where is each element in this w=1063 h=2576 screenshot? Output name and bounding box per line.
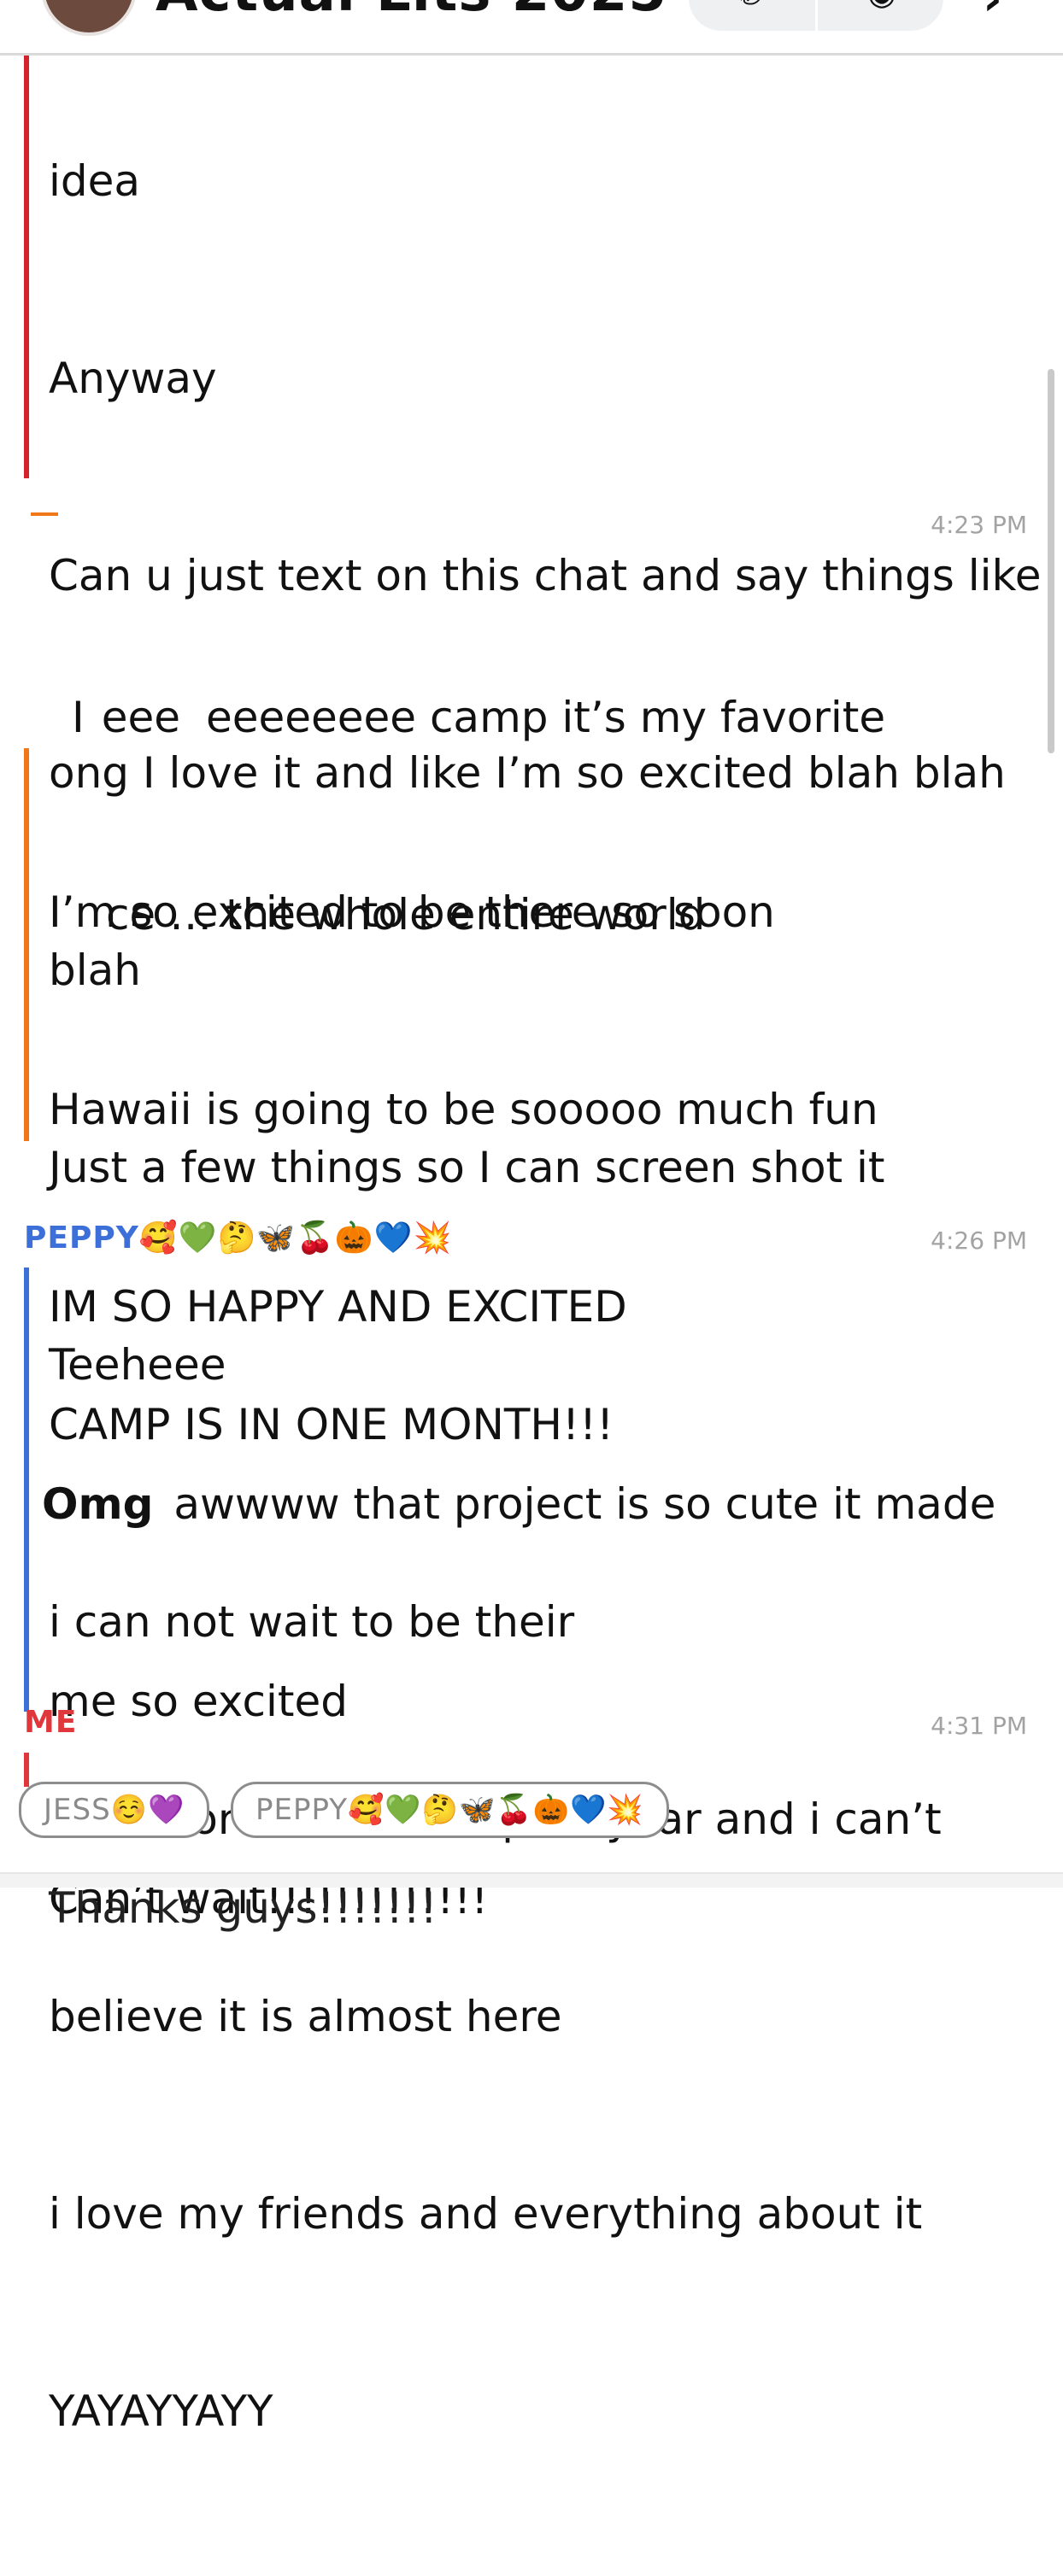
message-bar bbox=[24, 748, 29, 1141]
typing-chips: JESS☺️💜 PEPPY🥰💚🤔🦋🍒🎃💙💥 bbox=[0, 1782, 1063, 1840]
sender-name[interactable]: PEPPY🥰💚🤔🦋🍒🎃💙💥 bbox=[24, 1220, 452, 1256]
chat-title[interactable]: Actual Lits 2025 bbox=[156, 0, 667, 24]
chip-peppy[interactable]: PEPPY🥰💚🤔🦋🍒🎃💙💥 bbox=[231, 1782, 669, 1838]
message-line: i love my friends and everything about i… bbox=[49, 2189, 923, 2239]
message-timestamp: 4:26 PM bbox=[931, 1227, 1027, 1255]
message-line: CAMP IS IN ONE MONTH!!! bbox=[49, 1400, 614, 1449]
composer-edge bbox=[0, 1872, 1063, 1888]
message-bar bbox=[24, 1268, 29, 1712]
message-timestamp: 4:31 PM bbox=[931, 1712, 1027, 1740]
sender-fragment bbox=[31, 512, 58, 516]
message-line: idea bbox=[49, 156, 141, 206]
message-line: i can not wait to be their bbox=[49, 1597, 575, 1647]
message-line: Hawaii is going to be sooooo much fun bbox=[49, 1085, 878, 1134]
message-line: I eee eeeeeeee camp it’s my favorite bbox=[72, 693, 886, 742]
chevron-right-icon[interactable]: › bbox=[983, 0, 1002, 26]
sender-name[interactable]: ME bbox=[24, 1705, 77, 1740]
message-bar bbox=[24, 44, 29, 478]
message-line: YAYAYYAYY bbox=[49, 2386, 273, 2436]
call-buttons: ✆ ◉ bbox=[689, 0, 943, 31]
phone-icon[interactable]: ✆ bbox=[733, 0, 767, 10]
message-timestamp: 4:23 PM bbox=[931, 511, 1027, 539]
call-divider bbox=[815, 0, 818, 31]
chip-jess[interactable]: JESS☺️💜 bbox=[19, 1782, 210, 1838]
message-line: Anyway bbox=[49, 354, 217, 403]
message-line: I’m so excited to be there so soon bbox=[49, 887, 775, 937]
chat-header: Actual Lits 2025 ✆ ◉ › bbox=[0, 0, 1063, 56]
scrollbar[interactable] bbox=[1048, 369, 1054, 753]
group-avatar[interactable] bbox=[41, 0, 137, 36]
video-icon[interactable]: ◉ bbox=[865, 0, 899, 10]
